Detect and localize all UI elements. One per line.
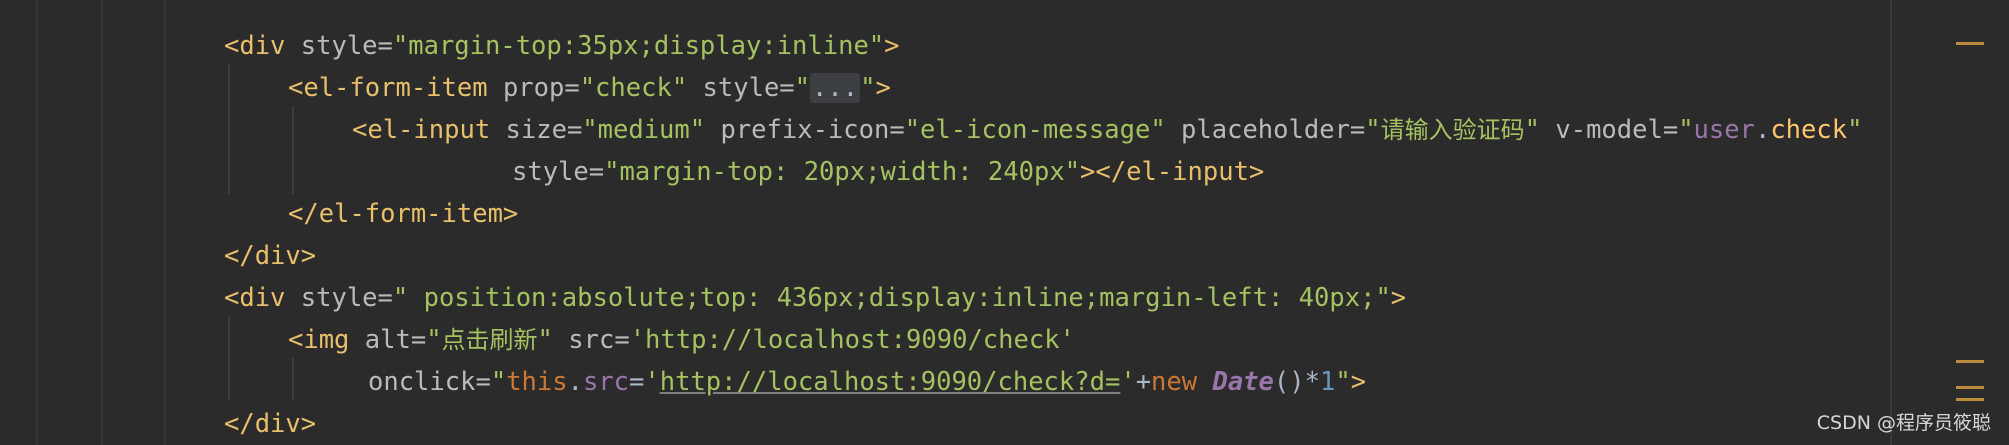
code-line-7[interactable]: <div style=" position:absolute;top: 436p… [224,277,1406,319]
tag-open: <el-input [352,115,506,145]
tag-close: ></el-input> [1080,157,1265,187]
attribute-name: size= [505,115,583,145]
attribute-name: style= [512,157,605,187]
watermark: CSDN @程序员筱聪 [1816,412,1991,434]
code-line-3[interactable]: <el-input size="medium" prefix-icon="el-… [352,109,1862,151]
indent-guide [228,64,230,194]
attribute-value: "margin-top:35px;display:inline" [392,31,885,61]
attribute-value: "margin-top: 20px;width: 240px" [604,157,1081,187]
attribute-value: "check" [579,73,703,103]
tag-close: > [884,31,900,61]
gutter-divider [36,0,38,445]
js-property: src [582,367,630,397]
indent-guide-main [164,0,166,445]
right-margin-line [1890,0,1892,445]
js-this-keyword: this [506,367,568,397]
attribute-value: " [794,73,811,103]
attribute-value: "el-icon-message" [904,115,1182,145]
js-dot: . [1754,115,1771,145]
attribute-name: prop= [502,73,580,103]
scrollbar-marker[interactable] [1956,386,1984,389]
alt-text: 点击刷新 [441,326,538,354]
attribute-name: src= [568,325,630,355]
scrollbar-marker[interactable] [1956,42,1984,45]
indent-guide [292,358,294,400]
attribute-value: " [490,367,507,397]
js-string-quote: ' [644,367,660,397]
js-dot: . [567,367,583,397]
code-line-4[interactable]: style="margin-top: 20px;width: 240px"></… [512,151,1264,193]
js-operator: * [1304,367,1320,397]
attribute-value: " [426,325,442,355]
attribute-value: " [1524,115,1556,145]
js-parens: () [1273,367,1305,397]
attribute-name: alt= [364,325,427,355]
tag-open: <el-form-item [288,73,503,103]
scrollbar-marker[interactable] [1956,398,1984,401]
js-operator: = [629,367,645,397]
js-new-keyword: new [1151,367,1213,397]
indent-guide-outer [101,0,103,445]
tag-open: <img [288,325,365,355]
code-editor[interactable]: <div style="margin-top:35px;display:inli… [0,0,2009,445]
code-line-8[interactable]: <img alt="点击刷新" src='http://localhost:90… [288,319,1075,361]
folded-region-button[interactable]: ... [810,73,861,103]
tag-close: > [875,73,891,103]
attribute-value: " [1365,115,1381,145]
attribute-value: " [537,325,569,355]
tag-close: </div> [224,241,317,271]
js-field: check [1770,115,1848,145]
js-class-name: Date [1212,367,1274,397]
js-operator: + [1135,367,1152,397]
code-line-2[interactable]: <el-form-item prop="check" style="..."> [288,67,891,109]
tag-close: </div> [224,409,317,439]
url-link[interactable]: http://localhost:9090/check?d= [660,367,1121,397]
code-line-10[interactable]: </div> [224,403,316,445]
js-number: 1 [1319,367,1336,397]
code-line-1[interactable]: <div style="margin-top:35px;display:inli… [224,25,900,67]
tag-close: </el-form-item> [288,199,519,229]
attribute-value: " [860,73,876,103]
js-object: user [1693,115,1755,145]
attribute-value: " [1847,115,1863,145]
js-string-quote: ' [1120,367,1136,397]
code-line-5[interactable]: </el-form-item> [288,193,518,235]
tag-open: <div [224,283,301,313]
tag-close: > [1350,367,1367,397]
attribute-name: style= [300,283,393,313]
attribute-value: " [1335,367,1351,397]
attribute-value: " position:absolute;top: 436px;display:i… [392,283,1391,313]
attribute-name: v-model= [1555,115,1679,145]
attribute-name: prefix-icon= [720,115,905,145]
attribute-value: "medium" [582,115,721,145]
attribute-name: placeholder= [1181,115,1366,145]
code-line-6[interactable]: </div> [224,235,316,277]
attribute-value: " [1678,115,1694,145]
attribute-value: 'http://localhost:9090/check' [629,325,1075,355]
scrollbar-marker[interactable] [1956,360,1984,363]
indent-guide [228,316,230,400]
placeholder-text: 请输入验证码 [1380,116,1525,144]
tag-close: > [1390,283,1407,313]
tag-open: <div [224,31,301,61]
attribute-name: style= [300,31,393,61]
code-line-9[interactable]: onclick="this.src='http://localhost:9090… [368,361,1366,403]
indent-guide [292,106,294,194]
attribute-name: style= [702,73,795,103]
attribute-name: onclick= [368,367,491,397]
